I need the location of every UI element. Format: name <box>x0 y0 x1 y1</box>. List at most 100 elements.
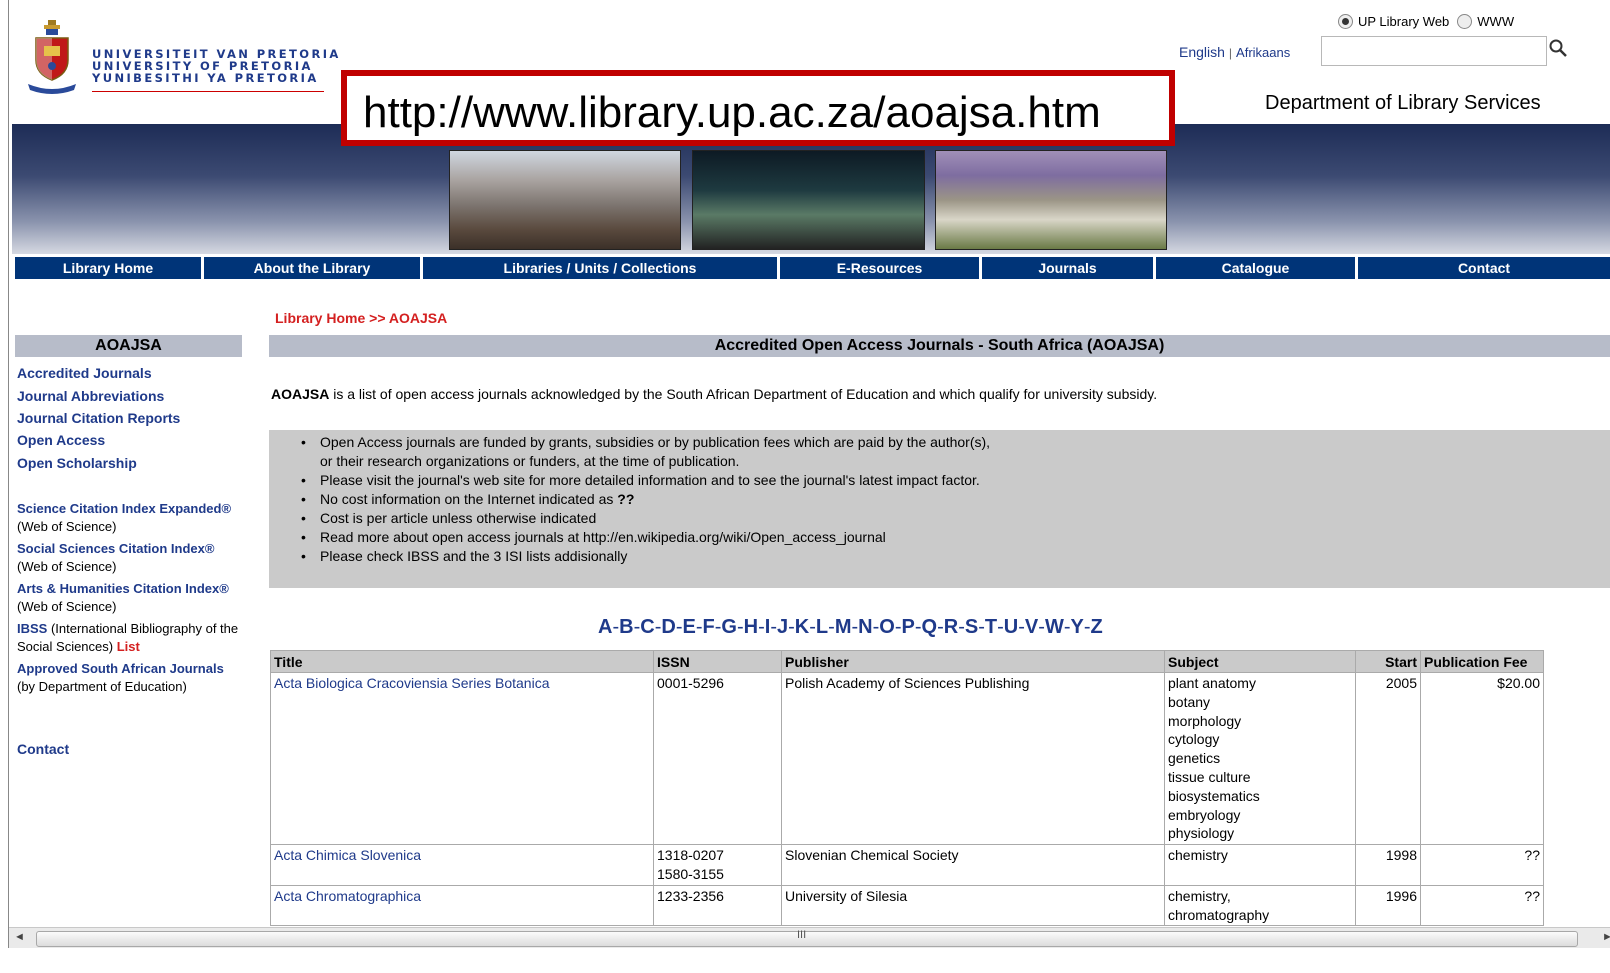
language-english-link[interactable]: English <box>1179 44 1225 60</box>
alphabet-letter-b[interactable]: B <box>619 616 633 638</box>
note-cost-per-article: Cost is per article unless otherwise ind… <box>301 509 990 528</box>
bottom-strip <box>0 948 1610 973</box>
cell-fee: $20.00 <box>1420 671 1544 846</box>
alphabet-letter-g[interactable]: G <box>721 616 737 638</box>
alphabet-letter-l[interactable]: L <box>816 616 828 638</box>
note-funding-cont: or their research organizations or funde… <box>320 453 740 469</box>
column-header-publication-fee[interactable]: Publication Fee <box>1420 650 1544 673</box>
search-input[interactable] <box>1321 36 1547 66</box>
sidebar-link-ibss-list[interactable]: List <box>117 639 140 654</box>
alphabet-letter-d[interactable]: D <box>661 616 675 638</box>
column-header-issn[interactable]: ISSN <box>653 650 782 673</box>
nav-e-resources[interactable]: E-Resources <box>780 257 979 279</box>
nav-libraries-units[interactable]: Libraries / Units / Collections <box>423 257 777 279</box>
sidebar-link-ibss[interactable]: IBSS <box>17 621 47 636</box>
nav-journals[interactable]: Journals <box>982 257 1153 279</box>
journal-title-link[interactable]: Acta Chimica Slovenica <box>274 847 421 863</box>
sidebar-link-approved-journals[interactable]: Approved South African Journals <box>17 661 224 676</box>
sidebar-sci-note: (Web of Science) <box>17 519 117 534</box>
search-scope-options: UP Library Web WWW <box>1338 14 1522 29</box>
sidebar-sci: Science Citation Index Expanded® (Web of… <box>17 500 242 536</box>
alphabet-separator: - <box>914 616 922 638</box>
subject-value: botany <box>1168 693 1211 710</box>
alphabet-letter-z[interactable]: Z <box>1091 616 1103 638</box>
sidebar-link-journal-abbreviations[interactable]: Journal Abbreviations <box>17 388 164 404</box>
cell-publisher: Slovenian Chemical Society <box>781 844 1165 886</box>
sidebar-link-open-access[interactable]: Open Access <box>17 432 105 448</box>
search-icon[interactable] <box>1548 38 1568 63</box>
column-header-start[interactable]: Start <box>1355 650 1421 673</box>
alphabet-letter-r[interactable]: R <box>944 616 958 638</box>
alphabet-letter-u[interactable]: U <box>1004 616 1018 638</box>
scope-radio-library[interactable] <box>1338 14 1353 29</box>
alphabet-letter-k[interactable]: K <box>795 616 809 638</box>
alphabet-letter-p[interactable]: P <box>902 616 915 638</box>
alphabet-separator: - <box>1038 616 1045 638</box>
alphabet-letter-m[interactable]: M <box>835 616 852 638</box>
scrollbar-thumb[interactable] <box>36 931 1578 947</box>
note-check-ibss: Please check IBSS and the 3 ISI lists ad… <box>301 547 990 566</box>
alphabet-letter-q[interactable]: Q <box>922 616 938 638</box>
alphabet-letter-o[interactable]: O <box>879 616 895 638</box>
scope-label-www: WWW <box>1477 14 1515 29</box>
cell-title: Acta Chimica Slovenica <box>270 844 654 886</box>
sidebar-ahci-note: (Web of Science) <box>17 599 117 614</box>
university-crest-logo[interactable] <box>26 18 78 103</box>
issn-value: 0001-5296 <box>657 675 724 691</box>
campus-photo-jacaranda <box>935 150 1167 250</box>
alphabet-letter-w[interactable]: W <box>1045 616 1064 638</box>
horizontal-scrollbar[interactable]: ◄ III ► <box>9 927 1610 949</box>
alphabet-letter-a[interactable]: A <box>598 616 612 638</box>
scope-radio-www[interactable] <box>1457 14 1473 29</box>
alphabet-letter-n[interactable]: N <box>858 616 872 638</box>
nav-library-home[interactable]: Library Home <box>15 257 201 279</box>
journal-title-link[interactable]: Acta Chromatographica <box>274 888 421 904</box>
nav-catalogue[interactable]: Catalogue <box>1156 257 1355 279</box>
subject-value: physiology <box>1168 825 1235 842</box>
sidebar-link-ahci[interactable]: Arts & Humanities Citation Index® <box>17 581 229 596</box>
intro-acronym: AOAJSA <box>271 386 330 402</box>
alphabet-separator: - <box>937 616 944 638</box>
sidebar-link-sci[interactable]: Science Citation Index Expanded® <box>17 501 231 516</box>
sidebar-link-open-scholarship[interactable]: Open Scholarship <box>17 455 137 471</box>
alphabet-separator: - <box>770 616 777 638</box>
sidebar-ssci-note: (Web of Science) <box>17 559 117 574</box>
scroll-left-arrow-icon[interactable]: ◄ <box>14 931 25 943</box>
alphabet-letter-j[interactable]: J <box>777 616 788 638</box>
alphabet-separator: - <box>894 616 902 638</box>
sidebar-ibss: IBSS (International Bibliography of the … <box>17 620 242 656</box>
subject-value: plant anatomy <box>1168 675 1256 691</box>
column-header-publisher[interactable]: Publisher <box>781 650 1165 673</box>
breadcrumb[interactable]: Library Home >> AOAJSA <box>275 310 447 326</box>
sidebar-ahci: Arts & Humanities Citation Index® (Web o… <box>17 580 242 616</box>
language-afrikaans-link[interactable]: Afrikaans <box>1236 45 1290 60</box>
alphabet-letter-c[interactable]: C <box>640 616 654 638</box>
cell-subject: chemistry, chromatography <box>1164 884 1356 927</box>
issn-value: 1318-0207 <box>657 847 724 864</box>
sidebar-link-accredited-journals[interactable]: Accredited Journals <box>17 365 152 381</box>
sidebar-link-ssci[interactable]: Social Sciences Citation Index® <box>17 541 214 556</box>
alphabet-letter-e[interactable]: E <box>683 616 696 638</box>
university-name-sepedi: YUNIBESITHI YA PRETORIA <box>92 71 319 85</box>
note-no-cost-text: No cost information on the Internet indi… <box>320 491 618 507</box>
alphabet-separator: - <box>788 616 795 638</box>
alphabet-letter-y[interactable]: Y <box>1071 616 1084 638</box>
url-callout-text: http://www.library.up.ac.za/aoajsa.htm <box>363 88 1101 137</box>
alphabet-letter-v[interactable]: V <box>1025 616 1038 638</box>
alphabet-letter-f[interactable]: F <box>703 616 715 638</box>
scroll-right-arrow-icon[interactable]: ► <box>1602 931 1610 943</box>
column-header-title[interactable]: Title <box>270 650 654 673</box>
alphabet-letter-t[interactable]: T <box>985 616 997 638</box>
alphabet-letter-h[interactable]: H <box>744 616 758 638</box>
sidebar-link-contact[interactable]: Contact <box>17 741 69 757</box>
nav-contact[interactable]: Contact <box>1358 257 1610 279</box>
cell-issn: 1233-2356 <box>653 884 782 927</box>
alphabet-letter-s[interactable]: S <box>965 616 978 638</box>
nav-about-library[interactable]: About the Library <box>204 257 420 279</box>
alphabet-index: A-B-C-D-E-F-G-H-I-J-K-L-M-N-O-P-Q-R-S-T-… <box>598 616 1103 639</box>
journal-title-link[interactable]: Acta Biologica Cracoviensia Series Botan… <box>274 675 549 691</box>
alphabet-separator: - <box>736 616 744 638</box>
column-header-subject[interactable]: Subject <box>1164 650 1356 673</box>
campus-photo-building <box>449 150 681 250</box>
sidebar-link-journal-citation-reports[interactable]: Journal Citation Reports <box>17 410 180 426</box>
